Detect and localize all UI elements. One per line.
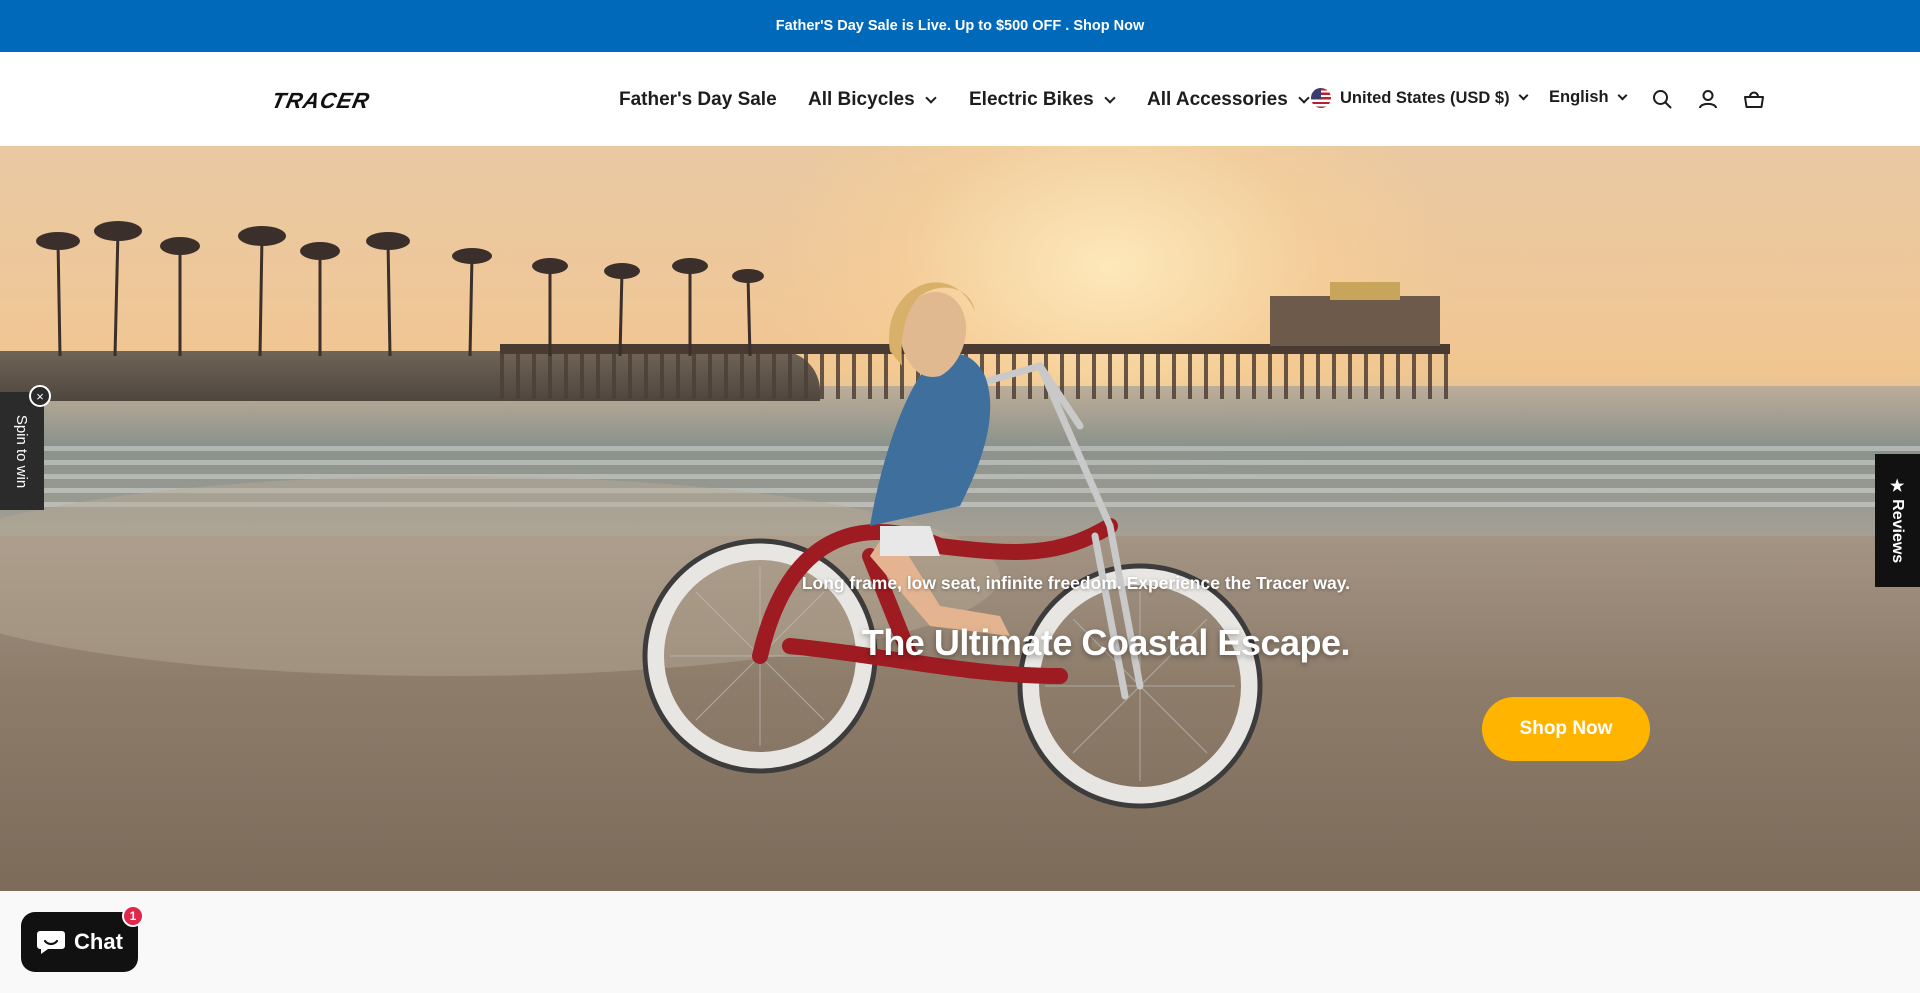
reviews-tab[interactable]: ★ Reviews xyxy=(1875,454,1920,587)
spin-to-win-label: Spin to win xyxy=(13,414,31,488)
hero-title: The Ultimate Coastal Escape. xyxy=(861,622,1351,663)
site-header: TRACER Father's Day Sale All Bicycles El… xyxy=(0,52,1920,146)
reviews-tab-content: ★ Reviews xyxy=(1888,477,1908,563)
chevron-down-icon xyxy=(1298,91,1310,104)
nav-all-accessories[interactable]: All Accessories xyxy=(1147,89,1310,111)
chat-bubble-icon xyxy=(37,931,66,954)
nav-label: Father's Day Sale xyxy=(619,89,777,110)
cart-icon[interactable] xyxy=(1741,86,1767,112)
chat-button[interactable]: Chat xyxy=(21,912,138,972)
reviews-label: Reviews xyxy=(1889,498,1907,563)
hero-rider-bicycle-image xyxy=(642,282,1263,809)
star-icon: ★ xyxy=(1890,477,1905,495)
account-icon[interactable] xyxy=(1695,86,1721,112)
close-icon[interactable]: × xyxy=(29,385,51,407)
shop-now-button[interactable]: Shop Now xyxy=(1482,697,1650,761)
us-flag-icon xyxy=(1311,88,1331,108)
chevron-down-icon xyxy=(1518,90,1529,101)
language-selector[interactable]: English xyxy=(1549,88,1628,107)
nav-label: All Bicycles xyxy=(808,89,915,110)
brand-logo[interactable]: TRACER xyxy=(269,88,372,114)
search-icon[interactable] xyxy=(1649,86,1675,112)
spin-to-win-tab[interactable]: Spin to win xyxy=(0,392,44,510)
hero-subtitle: Long frame, low seat, infinite freedom. … xyxy=(801,573,1350,593)
nav-fathers-day-sale[interactable]: Father's Day Sale xyxy=(619,89,777,111)
nav-electric-bikes[interactable]: Electric Bikes xyxy=(969,89,1116,111)
announcement-bar[interactable]: Father'S Day Sale is Live. Up to $500 OF… xyxy=(0,0,1920,52)
chat-label: Chat xyxy=(74,929,123,954)
chevron-down-icon xyxy=(1103,91,1116,104)
language-label: English xyxy=(1549,88,1609,106)
announcement-text[interactable]: Father'S Day Sale is Live. Up to $500 OF… xyxy=(776,18,1144,34)
hero-pier-roof xyxy=(1330,282,1400,300)
hero-banner: Long frame, low seat, infinite freedom. … xyxy=(0,146,1920,891)
country-selector[interactable]: United States (USD $) xyxy=(1311,88,1529,108)
chevron-down-icon xyxy=(1617,90,1628,100)
country-label: United States (USD $) xyxy=(1340,88,1510,107)
nav-label: Electric Bikes xyxy=(969,89,1094,110)
chat-unread-badge: 1 xyxy=(122,905,144,927)
nav-label: All Accessories xyxy=(1147,89,1288,110)
nav-all-bicycles[interactable]: All Bicycles xyxy=(808,89,937,111)
chevron-down-icon xyxy=(925,91,937,104)
